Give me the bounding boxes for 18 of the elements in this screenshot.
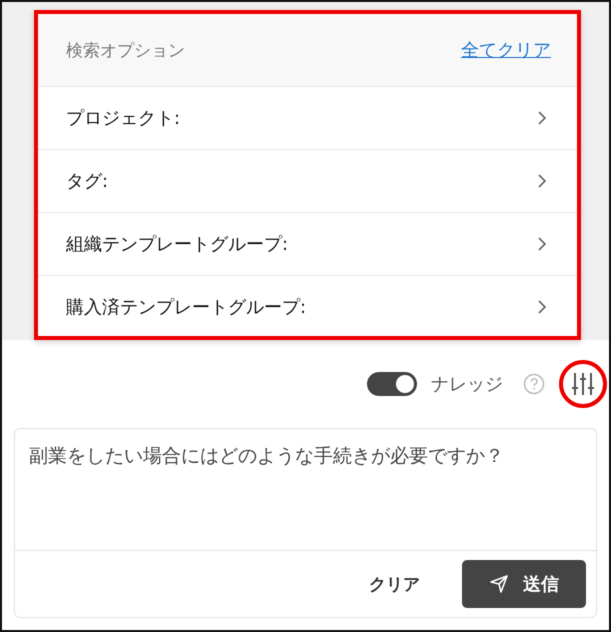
chevron-right-icon [537, 236, 547, 252]
sliders-icon [570, 371, 596, 397]
chevron-right-icon [537, 110, 547, 126]
toggle-label: ナレッジ [431, 373, 503, 396]
option-row[interactable]: タグ: [38, 150, 577, 213]
option-row[interactable]: 組織テンプレートグループ: [38, 213, 577, 276]
option-row[interactable]: 購入済テンプレートグループ: [38, 276, 577, 338]
option-row[interactable]: プロジェクト: [38, 87, 577, 150]
send-icon [489, 574, 509, 594]
chevron-right-icon [537, 299, 547, 315]
clear-all-link[interactable]: 全てクリア [461, 38, 551, 62]
panel-title: 検索オプション [66, 40, 185, 62]
send-button[interactable]: 送信 [462, 560, 586, 608]
knowledge-toggle[interactable] [367, 372, 417, 396]
clear-button[interactable]: クリア [363, 572, 426, 596]
question-field[interactable]: 副業をしたい場合にはどのような手続きが必要ですか？ [15, 429, 596, 551]
filter-button[interactable] [559, 360, 607, 408]
chevron-right-icon [537, 173, 547, 189]
